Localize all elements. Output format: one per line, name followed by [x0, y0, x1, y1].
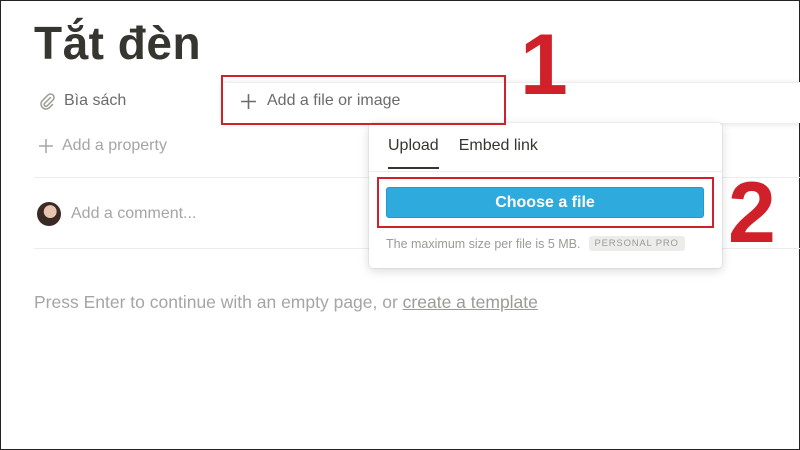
comment-row[interactable]: Add a comment... — [37, 202, 196, 226]
highlight-box-step-2 — [377, 177, 714, 228]
size-limit-text: The maximum size per file is 5 MB. — [386, 236, 581, 251]
avatar — [37, 202, 61, 226]
plan-badge: PERSONAL PRO — [588, 236, 685, 251]
tab-upload[interactable]: Upload — [388, 137, 439, 169]
empty-page-hint: Press Enter to continue with an empty pa… — [34, 292, 538, 313]
comment-input[interactable]: Add a comment... — [71, 205, 196, 223]
step-1-number: 1 — [520, 17, 568, 113]
property-files-label: Bìa sách — [64, 92, 127, 109]
upload-size-note: The maximum size per file is 5 MB. PERSO… — [386, 236, 685, 251]
paperclip-icon — [38, 92, 56, 110]
tab-embed-link[interactable]: Embed link — [459, 137, 538, 169]
step-2-number: 2 — [728, 165, 776, 261]
add-property-label: Add a property — [62, 137, 167, 154]
highlight-box-step-1 — [221, 75, 506, 125]
page-title[interactable]: Tắt đèn — [34, 16, 201, 70]
hint-text: Press Enter to continue with an empty pa… — [34, 292, 403, 312]
create-template-link[interactable]: create a template — [403, 292, 538, 312]
property-files[interactable]: Bìa sách — [38, 92, 126, 110]
tabs-divider — [369, 171, 722, 172]
plus-icon — [38, 138, 54, 154]
add-property-button[interactable]: Add a property — [38, 137, 167, 155]
popup-tabs: Upload Embed link — [388, 137, 538, 169]
